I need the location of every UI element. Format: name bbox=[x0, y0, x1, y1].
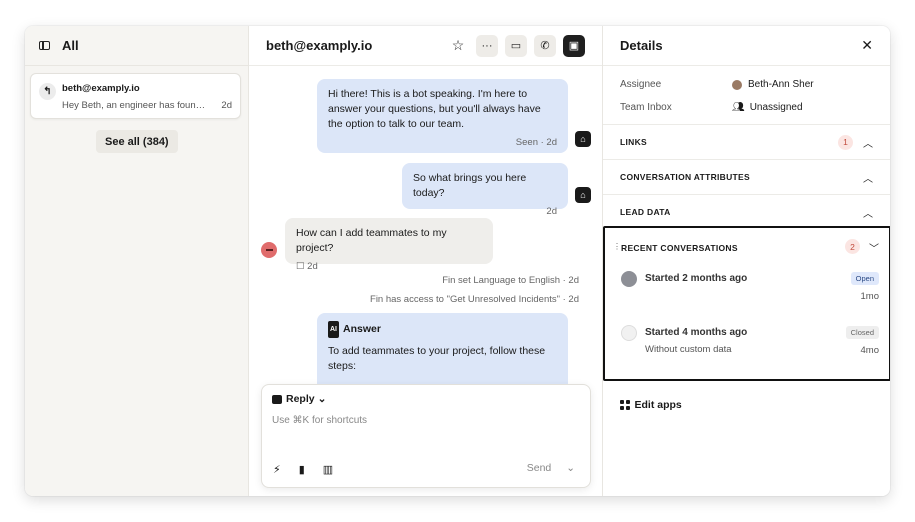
edit-apps-label: Edit apps bbox=[634, 399, 682, 411]
message-text: To add teammates to your project, follow… bbox=[328, 345, 546, 372]
reply-arrow-icon: ↰ bbox=[39, 83, 56, 100]
reply-icon bbox=[272, 394, 282, 404]
star-icon[interactable]: ☆ bbox=[447, 35, 469, 57]
bot-avatar-icon: ⌂ bbox=[575, 187, 591, 203]
conversation-title: beth@examply.io bbox=[266, 38, 373, 53]
reply-mode-dropdown[interactable]: Reply ⌄ bbox=[272, 393, 326, 405]
book-icon[interactable]: ▥ bbox=[323, 463, 333, 476]
reply-composer[interactable]: Reply ⌄ Use ⌘K for shortcuts ⚡︎ ▮ ▥ Send… bbox=[261, 384, 591, 488]
snooze-icon[interactable]: ▭ bbox=[505, 34, 527, 57]
conversation-list-panel: All ↰ beth@examply.io Hey Beth, an engin… bbox=[25, 26, 249, 496]
team-inbox-label: Team Inbox bbox=[620, 102, 672, 113]
close-icon[interactable]: ✕ bbox=[861, 37, 873, 54]
system-note: Fin has access to "Get Unresolved Incide… bbox=[370, 294, 579, 305]
user-message: How can I add teammates to my project? ☐… bbox=[285, 218, 493, 272]
links-section[interactable]: LINKS 1 ︿ bbox=[603, 124, 890, 159]
conversation-email: beth@examply.io bbox=[62, 83, 140, 94]
count-badge: 1 bbox=[838, 134, 853, 150]
bookmark-icon[interactable]: ▮ bbox=[299, 463, 305, 476]
chevron-down-icon[interactable]: ⌄ bbox=[566, 462, 575, 474]
inbox-app: All ↰ beth@examply.io Hey Beth, an engin… bbox=[25, 26, 890, 496]
reply-mode-label: Reply bbox=[286, 393, 315, 405]
message-text: So what brings you here today? bbox=[413, 172, 527, 199]
recent-conversation-item[interactable]: Started 2 months ago Open 1mo bbox=[621, 271, 879, 305]
assignee-value[interactable]: Beth-Ann Sher bbox=[732, 79, 814, 90]
conversation-preview: Hey Beth, an engineer has found t... bbox=[62, 100, 207, 111]
message-time: 2d bbox=[307, 261, 318, 272]
composer-toolbar: ⚡︎ ▮ ▥ bbox=[273, 463, 333, 476]
conversation-time: 2d bbox=[221, 100, 232, 111]
chevron-down-icon[interactable]: ﹀ bbox=[869, 240, 879, 255]
recent-title: Started 4 months ago bbox=[645, 327, 748, 338]
lightning-icon[interactable]: ⚡︎ bbox=[273, 463, 281, 476]
ai-icon: AI bbox=[328, 321, 339, 338]
conversation-attributes-section[interactable]: CONVERSATION ATTRIBUTES ︿ bbox=[603, 159, 890, 194]
message-meta: ☐ 2d bbox=[296, 259, 482, 274]
team-inbox-value[interactable]: 👥︎ Unassigned bbox=[732, 102, 803, 113]
chevron-down-icon: ⌄ bbox=[317, 393, 327, 405]
assignee-label: Assignee bbox=[620, 79, 662, 90]
team-name: Unassigned bbox=[749, 102, 803, 113]
chevron-up-icon[interactable]: ︿ bbox=[863, 135, 873, 150]
section-title: CONVERSATION ATTRIBUTES bbox=[620, 172, 750, 182]
sidebar-toggle-icon[interactable] bbox=[39, 41, 50, 50]
message-text: Hi there! This is a bot speaking. I'm he… bbox=[328, 88, 541, 130]
recent-title: Started 2 months ago bbox=[645, 273, 748, 284]
conversation-list-item[interactable]: ↰ beth@examply.io Hey Beth, an engineer … bbox=[30, 73, 241, 119]
recent-conversations-section: ⋮ RECENT CONVERSATIONS 2 ﹀ Started 2 mon… bbox=[603, 226, 890, 381]
recent-conversation-item[interactable]: Started 4 months ago Without custom data… bbox=[621, 325, 879, 359]
list-header: All bbox=[25, 26, 248, 66]
section-title: RECENT CONVERSATIONS bbox=[621, 243, 738, 253]
phone-icon[interactable]: ✆ bbox=[534, 34, 556, 57]
ai-answer-message: AI Answer To add teammates to your projec… bbox=[317, 313, 568, 393]
apps-grid-icon bbox=[620, 400, 630, 410]
count-badge: 2 bbox=[845, 239, 860, 254]
message-meta: 2d bbox=[546, 206, 557, 217]
details-title: Details bbox=[620, 38, 663, 53]
note-icon: ☐ bbox=[296, 261, 308, 272]
list-title: All bbox=[62, 38, 79, 53]
screen-share-icon[interactable]: ▣ bbox=[563, 34, 585, 57]
team-icon: 👥︎ bbox=[732, 102, 745, 113]
details-header: Details ✕ bbox=[603, 26, 890, 66]
avatar bbox=[621, 325, 637, 341]
bot-message: So what brings you here today? 2d bbox=[402, 163, 568, 217]
section-title: LEAD DATA bbox=[620, 207, 671, 217]
section-title: LINKS bbox=[620, 137, 647, 147]
details-panel: Details ✕ Assignee Beth-Ann Sher Team In… bbox=[603, 26, 890, 496]
status-badge: Open bbox=[850, 272, 879, 285]
recent-age: 4mo bbox=[860, 345, 879, 356]
answer-label: Answer bbox=[343, 323, 381, 335]
status-badge: Closed bbox=[845, 326, 879, 339]
answer-header: AI Answer bbox=[328, 321, 557, 338]
lead-data-section[interactable]: LEAD DATA ︿ bbox=[603, 194, 890, 229]
message-text: How can I add teammates to my project? bbox=[296, 227, 447, 254]
bot-message: Hi there! This is a bot speaking. I'm he… bbox=[317, 79, 568, 153]
avatar bbox=[621, 271, 637, 287]
conversation-header: beth@examply.io ☆ ··· ▭ ✆ ▣ bbox=[249, 26, 602, 66]
edit-apps-button[interactable]: Edit apps bbox=[620, 399, 682, 411]
reply-input[interactable]: Use ⌘K for shortcuts bbox=[272, 415, 367, 426]
assignee-avatar bbox=[732, 79, 742, 90]
send-button[interactable]: Send ⌄ bbox=[527, 462, 575, 474]
send-label: Send bbox=[526, 462, 552, 474]
message-meta: Seen · 2d bbox=[515, 137, 557, 148]
chevron-up-icon[interactable]: ︿ bbox=[863, 205, 873, 220]
assignee-name: Beth-Ann Sher bbox=[748, 79, 814, 90]
see-all-button[interactable]: See all (384) bbox=[96, 130, 178, 153]
drag-handle-icon[interactable]: ⋮ bbox=[613, 242, 621, 251]
user-avatar bbox=[261, 242, 277, 258]
conversation-panel: beth@examply.io ☆ ··· ▭ ✆ ▣ Hi there! Th… bbox=[249, 26, 603, 496]
bot-avatar-icon: ⌂ bbox=[575, 131, 591, 147]
recent-subtitle: Without custom data bbox=[645, 344, 732, 355]
system-note: Fin set Language to English · 2d bbox=[442, 275, 579, 286]
more-options-icon[interactable]: ··· bbox=[476, 34, 498, 57]
chevron-up-icon[interactable]: ︿ bbox=[863, 170, 873, 185]
recent-age: 1mo bbox=[860, 291, 879, 302]
